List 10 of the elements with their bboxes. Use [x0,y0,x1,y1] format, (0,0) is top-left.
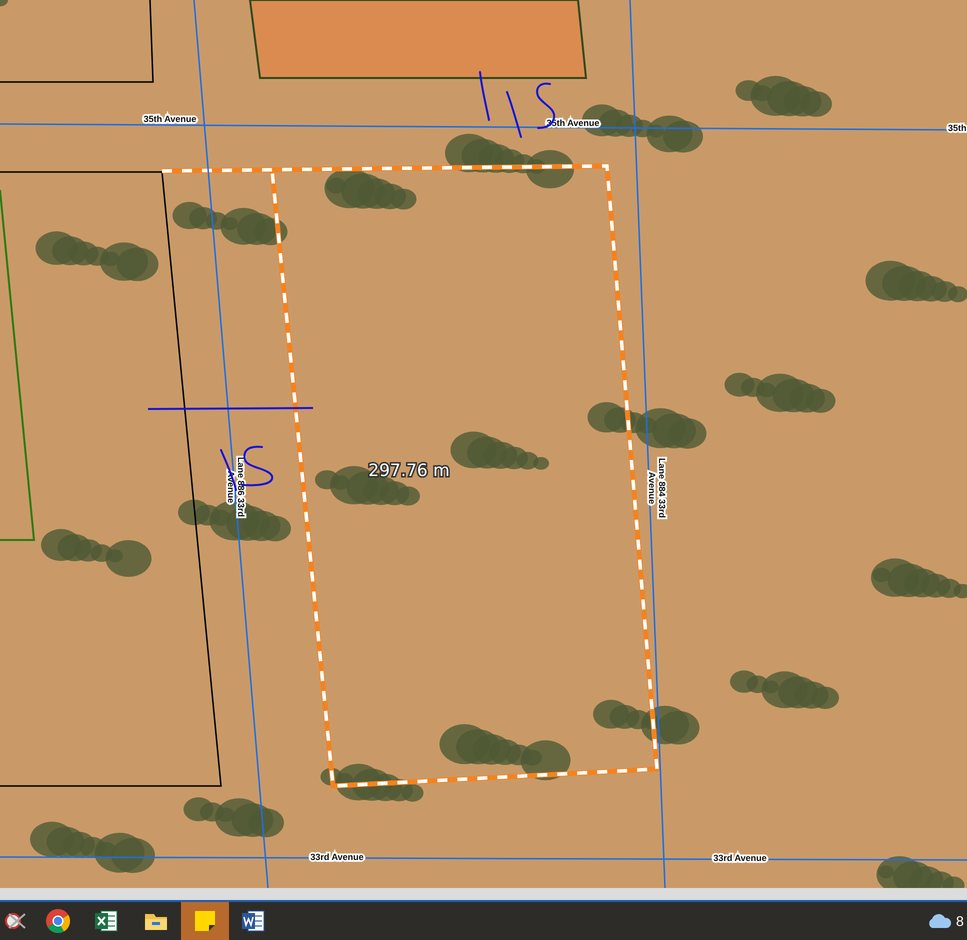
road-label: 35th Avenue [144,114,196,124]
horizontal-scrollbar[interactable] [0,888,967,900]
spreadsheet-icon [93,908,119,934]
round-logo-icon [45,908,71,934]
sticky-note-icon [192,908,218,934]
cloud-icon[interactable] [926,913,952,929]
clock-text[interactable]: 8 [956,913,964,929]
document-icon [240,908,266,934]
measurement-label: 297.76 m [368,461,450,481]
road-label: Lane 884 33rd Avenue [647,458,667,518]
